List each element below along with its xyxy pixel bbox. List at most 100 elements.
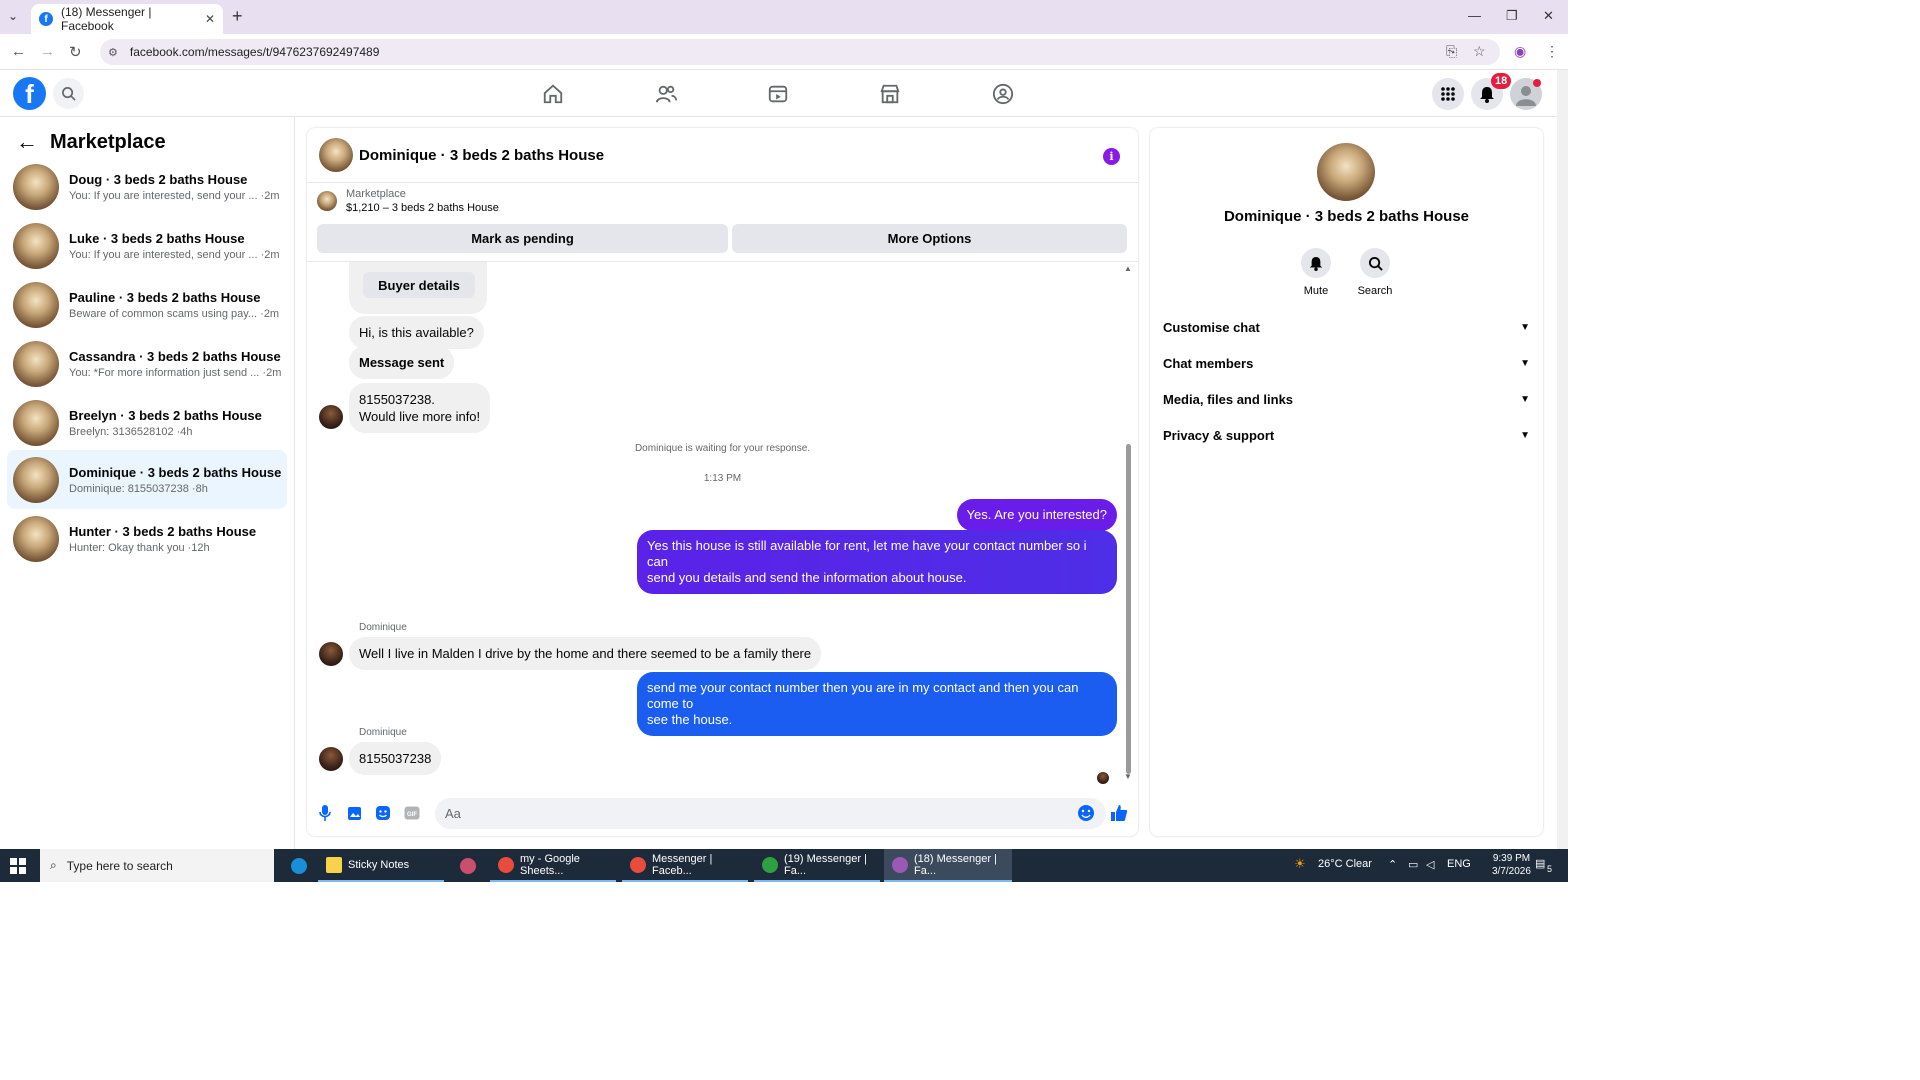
taskbar-app-messenger-19[interactable]: (19) Messenger | Fa...: [754, 849, 880, 882]
network-icon[interactable]: ▭: [1408, 858, 1418, 871]
page-scrollbar[interactable]: [1557, 70, 1568, 849]
emoji-icon[interactable]: [1077, 804, 1095, 822]
outgoing-message: send me your contact number then you are…: [637, 672, 1117, 736]
read-receipt-avatar: [1097, 772, 1109, 784]
mute-button[interactable]: Mute: [1286, 248, 1346, 297]
taskbar-app-sticky-notes[interactable]: Sticky Notes: [318, 849, 444, 882]
forward-arrow-icon[interactable]: →: [40, 43, 55, 60]
menu-grid-button[interactable]: [1432, 78, 1464, 110]
message-input[interactable]: Aa: [435, 798, 1106, 829]
system-clock[interactable]: 9:39 PM 3/7/2026: [1492, 852, 1531, 878]
customise-chat-row[interactable]: Customise chat ▼: [1163, 309, 1530, 345]
microphone-icon[interactable]: [316, 804, 334, 822]
conversation-preview: Hunter: Okay thank you ·12h: [69, 541, 210, 554]
incoming-message: 8155037238. Would live more info!: [349, 383, 491, 433]
browser-tab-active[interactable]: f (18) Messenger | Facebook ✕: [31, 4, 223, 34]
chat-members-row[interactable]: Chat members ▼: [1163, 345, 1530, 381]
tab-search-chevron-icon[interactable]: ⌄: [8, 9, 18, 23]
friends-icon[interactable]: [654, 82, 678, 106]
new-tab-icon[interactable]: +: [232, 6, 243, 27]
close-window-icon[interactable]: ✕: [1543, 8, 1554, 24]
scroll-down-icon[interactable]: ▼: [1124, 772, 1132, 781]
taskbar-app-sheets[interactable]: my - Google Sheets...: [490, 849, 616, 882]
mark-as-pending-button[interactable]: Mark as pending: [317, 224, 728, 253]
message-scrollbar[interactable]: ▲ ▼: [1123, 264, 1133, 781]
marketplace-icon[interactable]: [878, 82, 902, 106]
sender-avatar[interactable]: [319, 642, 343, 666]
restore-icon[interactable]: ❐: [1506, 8, 1518, 24]
conversation-item[interactable]: Doug · 3 beds 2 baths House You: If you a…: [7, 157, 287, 216]
taskbar-app-messenger-18[interactable]: (18) Messenger | Fa...: [884, 849, 1012, 882]
site-info-icon[interactable]: ⚙: [108, 46, 118, 59]
windows-start-icon[interactable]: [10, 858, 26, 874]
url-field[interactable]: ⚙ facebook.com/messages/t/94762376924974…: [100, 39, 1500, 65]
minimize-icon[interactable]: —: [1468, 8, 1481, 23]
weather-text[interactable]: 26°C Clear: [1318, 858, 1372, 870]
privacy-support-row[interactable]: Privacy & support ▼: [1163, 417, 1530, 453]
scrollbar-thumb[interactable]: [1126, 444, 1131, 774]
close-tab-icon[interactable]: ✕: [205, 12, 215, 26]
facebook-top-nav: f 18: [0, 70, 1557, 117]
profile-icon[interactable]: ◉: [1514, 43, 1526, 60]
browser-tab-strip: ⌄ f (18) Messenger | Facebook ✕ + — ❐ ✕: [0, 0, 1568, 34]
conversation-item[interactable]: Pauline · 3 beds 2 baths House Beware of …: [7, 275, 287, 334]
media-files-links-row[interactable]: Media, files and links ▼: [1163, 381, 1530, 417]
back-arrow-icon[interactable]: ←: [11, 43, 26, 60]
message-composer: GIF Aa: [307, 790, 1138, 836]
gif-icon[interactable]: GIF: [403, 804, 421, 822]
show-hidden-icons-icon[interactable]: ⌃: [1388, 858, 1397, 871]
clock-time: 9:39 PM: [1492, 853, 1531, 864]
edge-icon[interactable]: [283, 849, 313, 882]
install-app-icon[interactable]: ⎘: [1446, 43, 1457, 60]
thumbs-up-icon[interactable]: [1110, 804, 1128, 822]
conversation-name: Dominique · 3 beds 2 baths House: [69, 464, 282, 480]
conversation-item[interactable]: Breelyn · 3 beds 2 baths House Breelyn: 3…: [7, 393, 287, 452]
chat-title[interactable]: Dominique · 3 beds 2 baths House: [359, 147, 604, 164]
taskbar-app-label: Sticky Notes: [348, 858, 410, 871]
video-icon[interactable]: [766, 82, 790, 106]
home-icon[interactable]: [541, 82, 565, 106]
language-indicator[interactable]: ENG: [1447, 858, 1471, 870]
reload-icon[interactable]: ↻: [69, 43, 82, 61]
more-options-button[interactable]: More Options: [732, 224, 1127, 253]
groups-icon[interactable]: [991, 82, 1015, 106]
taskbar-app-label: (19) Messenger | Fa...: [784, 852, 867, 877]
account-alert-dot: [1533, 79, 1541, 87]
browser-menu-icon[interactable]: ⋮: [1545, 43, 1559, 60]
volume-icon[interactable]: ◁: [1426, 858, 1434, 871]
buyer-details-button[interactable]: Buyer details: [363, 272, 475, 298]
sender-avatar[interactable]: [319, 405, 343, 429]
notification-center-icon[interactable]: ▤: [1535, 857, 1545, 870]
taskbar-app-icon[interactable]: [452, 849, 482, 882]
row-label: Chat members: [1163, 355, 1254, 371]
taskbar-search-box[interactable]: ⌕ Type here to search: [40, 849, 274, 882]
mute-label: Mute: [1303, 285, 1329, 297]
facebook-logo-icon[interactable]: f: [13, 77, 46, 110]
weather-icon[interactable]: ☀: [1294, 856, 1306, 872]
message-line: send me your contact number then you are…: [647, 680, 1079, 711]
chat-header: Dominique · 3 beds 2 baths House i: [307, 128, 1138, 183]
sidebar-title: Marketplace: [50, 130, 166, 153]
back-arrow-icon[interactable]: ←: [16, 129, 38, 155]
profile-avatar[interactable]: [1317, 143, 1375, 201]
sender-avatar[interactable]: [319, 747, 343, 771]
conversation-name: Breelyn · 3 beds 2 baths House: [69, 407, 262, 423]
conversation-item-active[interactable]: Dominique · 3 beds 2 baths House Dominiqu…: [7, 450, 287, 509]
incoming-message: Hi, is this available?: [349, 316, 484, 349]
taskbar-app-messenger[interactable]: Messenger | Faceb...: [622, 849, 748, 882]
waiting-notice: Dominique is waiting for your response.: [634, 443, 811, 454]
sticker-icon[interactable]: [374, 804, 392, 822]
scroll-up-icon[interactable]: ▲: [1124, 264, 1132, 273]
facebook-search-button[interactable]: [53, 78, 84, 109]
info-icon[interactable]: i: [1103, 148, 1120, 165]
search-in-chat-button[interactable]: Search: [1345, 248, 1405, 297]
conversation-item[interactable]: Cassandra · 3 beds 2 baths House You: *Fo…: [7, 334, 287, 393]
message-input-placeholder: Aa: [445, 806, 461, 821]
address-bar-row: ← → ↻ ⚙ facebook.com/messages/t/94762376…: [0, 34, 1568, 70]
conversation-item[interactable]: Luke · 3 beds 2 baths House You: If you a…: [7, 216, 287, 275]
listing-summary[interactable]: Marketplace $1,210 – 3 beds 2 baths Hous…: [317, 188, 499, 214]
photo-attach-icon[interactable]: [345, 804, 363, 822]
chat-avatar[interactable]: [319, 138, 353, 172]
bookmark-star-icon[interactable]: ☆: [1473, 43, 1486, 60]
conversation-item[interactable]: Hunter · 3 beds 2 baths House Hunter: Oka…: [7, 509, 287, 568]
